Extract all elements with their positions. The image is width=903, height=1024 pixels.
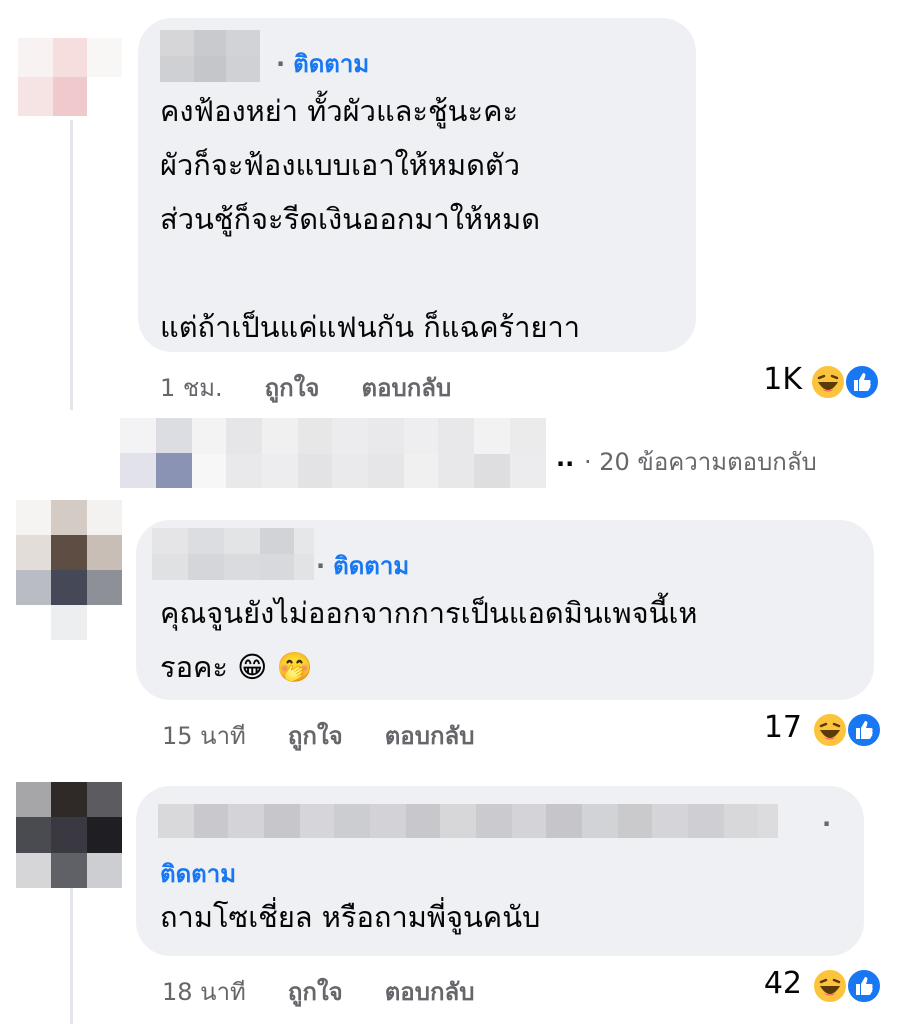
commenter-name-lower <box>152 554 314 580</box>
comment-line: ถามโซเชี่ยล หรือถามพี่จูนคนับ <box>160 900 541 934</box>
comment-line: ผัวก็จะฟ้องแบบเอาให้หมดตัว <box>160 148 521 182</box>
avatar[interactable] <box>16 500 122 640</box>
like-reaction-icon[interactable] <box>846 712 882 748</box>
replier-names-lower <box>192 454 546 488</box>
comment-time[interactable]: 18 นาที <box>162 972 246 1011</box>
comment-time[interactable]: 1 ชม. <box>160 368 223 407</box>
view-replies-link[interactable]: · 20 ข้อความตอบกลับ <box>584 442 817 481</box>
name-separator: · <box>822 810 832 838</box>
comment-text: ถามโซเชี่ยล หรือถามพี่จูนคนับ <box>160 890 540 944</box>
reply-button[interactable]: ตอบกลับ <box>385 972 475 1011</box>
like-button[interactable]: ถูกใจ <box>288 972 343 1011</box>
like-reaction-icon[interactable] <box>844 364 880 400</box>
replier-avatars[interactable] <box>120 418 192 488</box>
comment-text: คงฟ้องหย่า ทั้วผัวและชู้นะคะ ผัวก็จะฟ้อง… <box>160 84 580 354</box>
commenter-name[interactable] <box>160 30 260 56</box>
thread-line <box>70 888 73 1024</box>
avatar[interactable] <box>18 38 122 116</box>
haha-reaction-icon[interactable] <box>810 364 846 400</box>
reply-button[interactable]: ตอบกลับ <box>361 368 451 407</box>
reply-button[interactable]: ตอบกลับ <box>385 716 475 755</box>
follow-button[interactable]: · ติดตาม <box>276 44 369 83</box>
reaction-count[interactable]: 42 <box>730 966 802 1001</box>
comment-meta: 15 นาที ถูกใจ ตอบกลับ <box>162 716 474 755</box>
like-button[interactable]: ถูกใจ <box>265 368 320 407</box>
comment-line: ส่วนชู้ก็จะรีดเงินออกมาให้หมด <box>160 202 541 236</box>
reaction-count[interactable]: 1K <box>730 362 802 397</box>
reaction-count[interactable]: 17 <box>730 710 802 745</box>
name-separator: · <box>316 552 326 580</box>
like-button[interactable]: ถูกใจ <box>288 716 343 755</box>
like-reaction-icon[interactable] <box>846 968 882 1004</box>
commenter-name[interactable] <box>152 528 314 554</box>
comment-meta: 18 นาที ถูกใจ ตอบกลับ <box>162 972 474 1011</box>
follow-button[interactable]: · ติดตาม <box>316 546 409 585</box>
comment-text: คุณจูนยังไม่ออกจากการเป็นแอดมินเพจนี้เห … <box>160 586 698 694</box>
thread-line <box>70 120 73 410</box>
replies-ellipsis: .. <box>556 444 575 472</box>
follow-label[interactable]: ติดตาม <box>293 50 369 78</box>
replier-names[interactable] <box>192 418 546 454</box>
follow-label[interactable]: ติดตาม <box>333 552 409 580</box>
comment-line: แต่ถ้าเป็นแค่แฟนกัน ก็แฉคร้ายาา <box>160 310 581 344</box>
comment-line: รอคะ 😁 🤭 <box>160 650 313 684</box>
name-separator: · <box>276 50 286 78</box>
commenter-name-lower <box>160 56 260 82</box>
comment-line: คงฟ้องหย่า ทั้วผัวและชู้นะคะ <box>160 94 519 128</box>
commenter-name[interactable] <box>158 804 778 838</box>
haha-reaction-icon[interactable] <box>812 968 848 1004</box>
follow-button[interactable]: ติดตาม <box>160 854 236 893</box>
comment-line: คุณจูนยังไม่ออกจากการเป็นแอดมินเพจนี้เห <box>160 596 698 630</box>
haha-reaction-icon[interactable] <box>812 712 848 748</box>
comment-meta: 1 ชม. ถูกใจ ตอบกลับ <box>160 368 451 407</box>
comment-time[interactable]: 15 นาที <box>162 716 246 755</box>
avatar[interactable] <box>16 782 122 888</box>
